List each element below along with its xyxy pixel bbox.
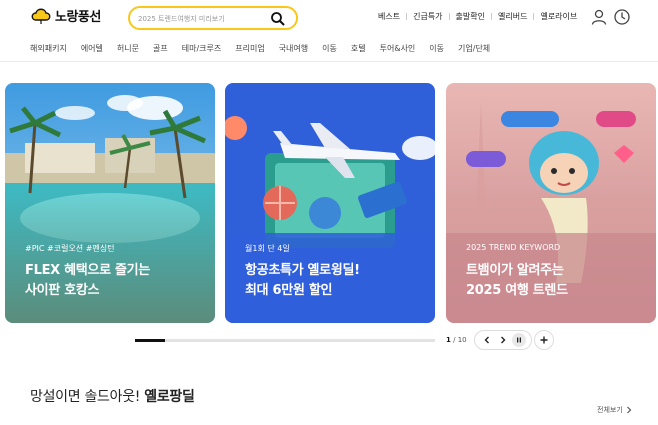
divider: [406, 13, 408, 20]
pager-separator: /: [453, 336, 456, 344]
pause-button[interactable]: [512, 333, 526, 347]
quick-link-yellowbird[interactable]: 옐리버드: [498, 11, 527, 22]
carousel-nav: [474, 330, 532, 350]
banner-title-line2: 2025 여행 트렌드: [466, 283, 568, 298]
search-box[interactable]: [128, 6, 298, 30]
quick-link-departure[interactable]: 출발확인: [456, 11, 485, 22]
banner-title: 트뱀이가 알려주는 2025 여행 트렌드: [466, 261, 646, 301]
nav-item-theme-cruise[interactable]: 테마/크루즈: [182, 43, 222, 54]
chevron-right-icon: [626, 406, 632, 414]
recent-view-clock-icon[interactable]: [613, 8, 631, 26]
carousel-progress-fill: [135, 339, 165, 342]
logo[interactable]: 노랑풍선: [30, 6, 101, 25]
banner-title: FLEX 혜택으로 즐기는 사이판 호캉스: [25, 261, 205, 301]
quick-links: 베스트 긴급특가 출발확인 옐리버드 옐로라이브: [378, 11, 577, 22]
user-icon[interactable]: [590, 8, 608, 26]
banner-tag: 월1회 단 4일: [245, 244, 290, 253]
banner-title-line1: 트뱀이가 알려주는: [466, 263, 564, 278]
nav-item-hotel[interactable]: 호텔: [351, 43, 366, 54]
banner-title-line2: 최대 6만원 할인: [245, 283, 333, 298]
nav-item-golf[interactable]: 골프: [153, 43, 168, 54]
banner-title-line2: 사이판 호캉스: [25, 283, 100, 298]
nav-item-move-2[interactable]: 이동: [429, 43, 444, 54]
divider: [533, 13, 535, 20]
pager-current: 1: [446, 336, 451, 344]
chevron-right-icon: [500, 336, 505, 344]
carousel-pager: 1 / 10: [446, 336, 467, 344]
carousel-progress-bar: [135, 339, 435, 342]
main-nav: 해외패키지 에어텔 허니문 골프 테마/크루즈 프리미엄 국내여행 이동 호텔 …: [0, 36, 658, 62]
banner-title-line1: 항공초특가 옐로윙딜!: [245, 263, 360, 278]
view-all-label: 전체보기: [597, 406, 623, 414]
pause-icon: [517, 337, 521, 343]
nav-item-corporate[interactable]: 기업/단체: [458, 43, 490, 54]
banner-title-line1: FLEX 혜택으로 즐기는: [25, 263, 150, 278]
search-input[interactable]: [138, 11, 268, 26]
logo-text: 노랑풍선: [55, 10, 101, 25]
banner-tag: #PIC #코럴오션 #펜싱턴: [25, 244, 115, 253]
nav-item-domestic[interactable]: 국내여행: [279, 43, 308, 54]
site-header: 노랑풍선 베스트 긴급특가 출발확인 옐리버드 옐로라이브: [0, 0, 658, 36]
balloon-logo-icon: [31, 8, 51, 24]
section-title-prefix: 망설이면 솔드아웃!: [30, 389, 141, 405]
banner-card-trend[interactable]: 2025 TREND KEYWORD 트뱀이가 알려주는 2025 여행 트렌드: [446, 83, 656, 323]
divider: [491, 13, 492, 20]
section-title-highlight: 옐로팡딜: [144, 389, 195, 405]
divider: [448, 13, 450, 20]
chevron-left-icon: [484, 336, 489, 344]
nav-item-tour[interactable]: 투어&사인: [380, 43, 416, 54]
quick-link-best[interactable]: 베스트: [378, 11, 400, 22]
banner-card-saipan[interactable]: #PIC #코럴오션 #펜싱턴 FLEX 혜택으로 즐기는 사이판 호캉스: [5, 83, 215, 323]
nav-item-move[interactable]: 이동: [322, 43, 337, 54]
view-all-banners-button[interactable]: [534, 330, 554, 350]
main-nav-list: 해외패키지 에어텔 허니문 골프 테마/크루즈 프리미엄 국내여행 이동 호텔 …: [30, 43, 504, 54]
plus-icon: [540, 336, 548, 344]
nav-item-honeymoon[interactable]: 허니문: [117, 43, 139, 54]
section-title: 망설이면 솔드아웃! 옐로팡딜: [30, 386, 195, 406]
banner-title: 항공초특가 옐로윙딜! 최대 6만원 할인: [245, 261, 425, 301]
search-icon[interactable]: [270, 11, 286, 27]
quick-link-urgent-deal[interactable]: 긴급특가: [413, 11, 442, 22]
view-all-link[interactable]: 전체보기: [597, 405, 632, 415]
banner-card-air-deal[interactable]: 월1회 단 4일 항공초특가 옐로윙딜! 최대 6만원 할인: [225, 83, 435, 323]
banner-tag: 2025 TREND KEYWORD: [466, 243, 561, 252]
nav-item-overseas-package[interactable]: 해외패키지: [30, 43, 67, 54]
nav-item-premium[interactable]: 프리미엄: [235, 43, 264, 54]
nav-item-airtel[interactable]: 에어텔: [81, 43, 103, 54]
next-button[interactable]: [493, 331, 512, 349]
quick-link-yellowlive[interactable]: 옐로라이브: [540, 11, 577, 22]
pager-total: 10: [457, 336, 467, 344]
